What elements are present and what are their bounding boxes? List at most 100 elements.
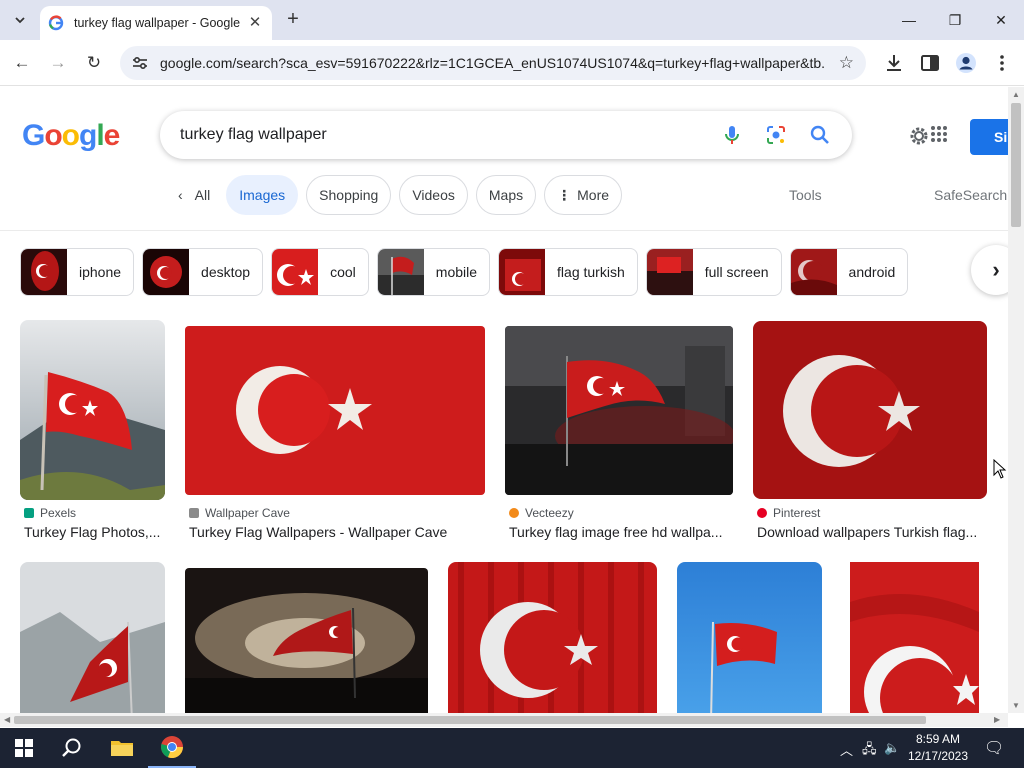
gear-icon[interactable] — [908, 125, 930, 147]
restore-button[interactable]: ❐ — [940, 8, 970, 32]
show-hidden-icons-chevron-icon[interactable]: ︿ — [840, 740, 853, 759]
tab-images[interactable]: Images — [226, 175, 299, 215]
chip-thumbnail — [377, 249, 424, 295]
result-image[interactable] — [448, 562, 657, 713]
result-source[interactable]: Wallpaper Cave — [189, 506, 290, 520]
folder-icon — [111, 741, 133, 756]
result-source[interactable]: Vecteezy — [509, 506, 574, 520]
result-title[interactable]: Turkey Flag Photos,... — [24, 524, 164, 540]
scrollbar-thumb[interactable] — [1011, 103, 1021, 227]
tab-title: turkey flag wallpaper - Google — [74, 16, 241, 30]
lens-camera-icon[interactable] — [764, 123, 788, 147]
chrome-menu-icon[interactable] — [991, 52, 1013, 74]
flag-waving-closeup-photo — [850, 562, 979, 713]
chip-cool[interactable]: cool — [271, 248, 369, 296]
chip-thumbnail — [499, 249, 546, 295]
active-tab[interactable]: turkey flag wallpaper - Google ✕ — [40, 6, 272, 40]
close-tab-icon[interactable]: ✕ — [246, 14, 264, 32]
back-button[interactable]: ← — [9, 50, 35, 76]
chip-flag-turkish[interactable]: flag turkish — [498, 248, 638, 296]
flag-smoky-night-photo — [185, 568, 428, 713]
refinement-chips: iphone desktop cool mobile flag turkish … — [20, 248, 916, 296]
pinterest-favicon-icon — [757, 508, 767, 518]
file-explorer-button[interactable] — [98, 728, 146, 768]
forward-button[interactable]: → — [45, 50, 71, 76]
chip-android[interactable]: android — [789, 248, 909, 296]
result-image[interactable] — [185, 326, 485, 495]
taskbar-search-button[interactable] — [48, 728, 96, 768]
flag-textured-photo — [753, 321, 987, 499]
search-icon[interactable] — [808, 123, 832, 147]
chip-thumbnail — [21, 249, 67, 295]
result-title[interactable]: Download wallpapers Turkish flag... — [757, 524, 989, 540]
scroll-up-icon[interactable]: ▲ — [1008, 90, 1024, 99]
chrome-taskbar-button[interactable] — [148, 728, 196, 768]
url-text: google.com/search?sca_esv=591670222&rlz=… — [160, 55, 824, 71]
profile-avatar-icon[interactable] — [955, 52, 977, 74]
chip-iphone[interactable]: iphone — [20, 248, 135, 296]
flag-curtain-photo — [448, 562, 657, 713]
result-image[interactable] — [20, 562, 165, 713]
header-divider — [0, 230, 1008, 231]
chip-desktop[interactable]: desktop — [142, 248, 264, 296]
result-image[interactable] — [505, 326, 733, 495]
clock-time: 8:59 AM — [915, 732, 961, 746]
result-image[interactable] — [677, 562, 822, 713]
reload-button[interactable]: ↻ — [81, 50, 107, 76]
sign-in-button[interactable]: Si — [970, 119, 1008, 155]
tab-search-button[interactable] — [8, 8, 32, 32]
search-icon — [62, 738, 81, 757]
bookmark-star-icon[interactable]: ☆ — [839, 53, 854, 73]
vecteezy-favicon-icon — [509, 508, 519, 518]
search-box[interactable]: turkey flag wallpaper — [160, 111, 852, 159]
tab-maps[interactable]: Maps — [475, 175, 537, 215]
tab-all[interactable]: ‹ All — [170, 175, 218, 215]
result-source[interactable]: Pinterest — [757, 506, 820, 520]
result-source[interactable]: Pexels — [24, 506, 76, 520]
scroll-right-icon[interactable]: ▶ — [994, 713, 1000, 727]
system-clock[interactable]: 8:59 AM 12/17/2023 — [902, 731, 974, 765]
tools-button[interactable]: Tools — [789, 187, 822, 203]
volume-muted-icon[interactable]: 🔈 — [884, 740, 900, 756]
scroll-down-icon[interactable]: ▼ — [1008, 701, 1024, 710]
result-image[interactable] — [850, 562, 979, 713]
chip-mobile[interactable]: mobile — [376, 248, 491, 296]
search-input[interactable]: turkey flag wallpaper — [180, 126, 720, 144]
chip-thumbnail — [272, 249, 319, 295]
result-image[interactable] — [753, 321, 987, 499]
new-tab-button[interactable]: + — [282, 8, 304, 30]
result-image[interactable] — [185, 568, 428, 713]
network-icon[interactable]: 🖧 — [862, 740, 877, 762]
close-window-button[interactable]: ✕ — [986, 8, 1016, 32]
microphone-icon[interactable] — [720, 123, 744, 147]
horizontal-scrollbar[interactable]: ◀ ▶ — [0, 713, 1008, 727]
notification-center-icon[interactable]: 🗨 — [984, 738, 1004, 758]
chip-thumbnail — [646, 249, 693, 295]
tab-shopping[interactable]: Shopping — [306, 175, 392, 215]
address-bar[interactable]: google.com/search?sca_esv=591670222&rlz=… — [120, 46, 866, 80]
chips-scroll-right-button[interactable]: › — [971, 245, 1008, 295]
start-button[interactable] — [0, 728, 48, 768]
vertical-scrollbar[interactable]: ▲ ▼ — [1008, 87, 1024, 713]
safesearch-button[interactable]: SafeSearch — [934, 187, 1007, 203]
chrome-icon — [161, 736, 184, 759]
download-icon[interactable] — [883, 52, 905, 74]
tab-videos[interactable]: Videos — [399, 175, 468, 215]
side-panel-icon[interactable] — [919, 52, 941, 74]
mouse-pointer-icon — [993, 459, 1007, 479]
tab-more[interactable]: ⋮ More — [544, 175, 623, 215]
scroll-left-icon[interactable]: ◀ — [4, 713, 10, 727]
flag-blue-sky-photo — [677, 562, 822, 713]
chip-full-screen[interactable]: full screen — [645, 248, 782, 296]
scrollbar-thumb[interactable] — [14, 716, 926, 724]
result-title[interactable]: Turkey Flag Wallpapers - Wallpaper Cave — [189, 524, 489, 540]
minimize-button[interactable]: — — [894, 8, 924, 32]
result-title[interactable]: Turkey flag image free hd wallpa... — [509, 524, 731, 540]
flag-misty-mountain-photo — [20, 562, 165, 713]
apps-grid-icon[interactable] — [930, 125, 948, 143]
site-info-icon[interactable] — [130, 53, 150, 73]
google-doodle-logo[interactable]: Google — [22, 119, 120, 153]
more-vert-icon: ⋮ — [557, 186, 572, 203]
result-image[interactable] — [20, 320, 165, 500]
tab-strip: turkey flag wallpaper - Google ✕ + — ❐ ✕ — [0, 0, 1024, 40]
